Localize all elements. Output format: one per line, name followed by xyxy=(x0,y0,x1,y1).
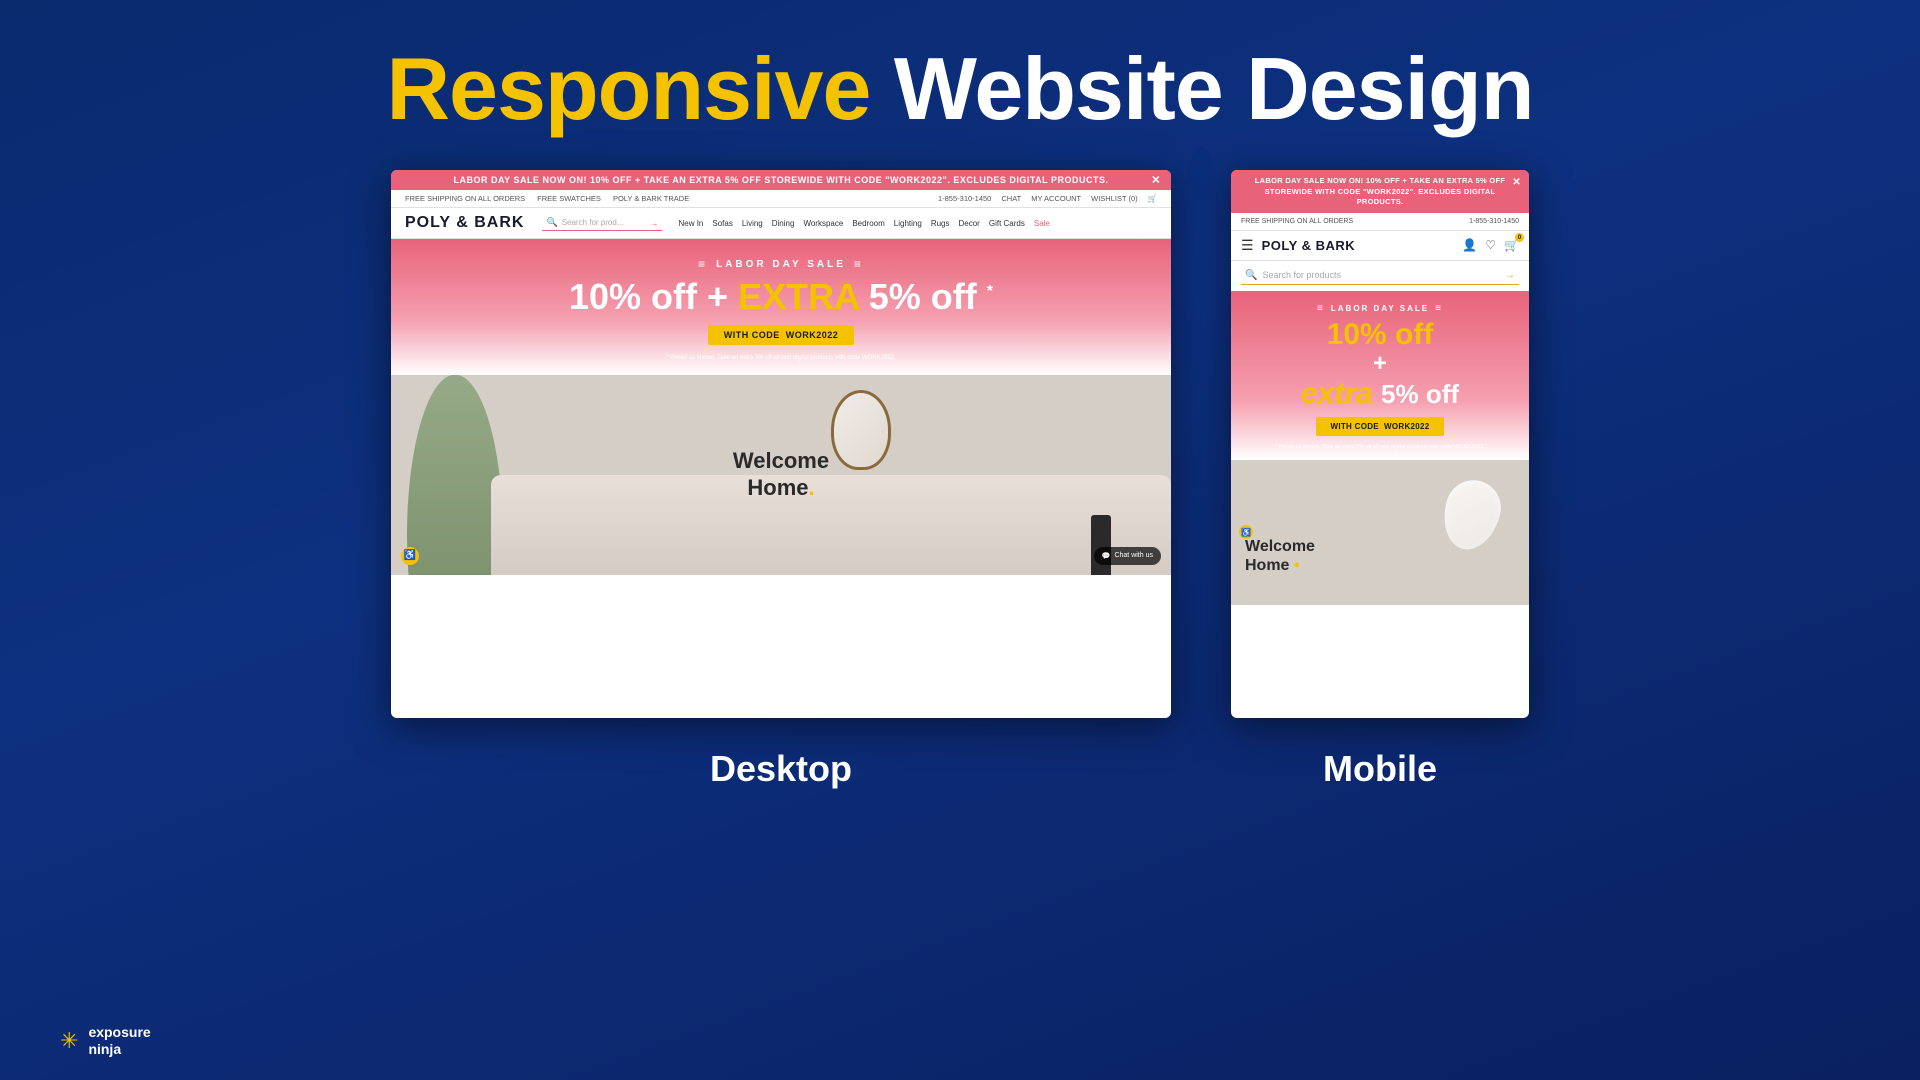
nav-new-in[interactable]: New In xyxy=(678,219,703,228)
mobile-label: Mobile xyxy=(1323,748,1437,790)
desktop-extra: EXTRA xyxy=(738,276,869,317)
mobile-account-icon[interactable]: 👤 xyxy=(1462,238,1477,252)
mobile-announcement-text: LABOR DAY SALE NOW ON! 10% OFF + TAKE AN… xyxy=(1255,176,1505,206)
ninja-brand-text: exposure ninja xyxy=(88,1024,150,1058)
mobile-extra-five: extra 5% off xyxy=(1243,377,1517,410)
free-shipping-link[interactable]: FREE SHIPPING ON ALL ORDERS xyxy=(405,194,525,203)
desktop-mockup: LABOR DAY SALE NOW ON! 10% OFF + TAKE AN… xyxy=(391,170,1171,718)
desktop-announcement-text: LABOR DAY SALE NOW ON! 10% OFF + TAKE AN… xyxy=(453,175,1108,185)
desktop-search-bar[interactable]: 🔍 Search for prod... → xyxy=(542,215,662,231)
desktop-utility-bar: FREE SHIPPING ON ALL ORDERS FREE SWATCHE… xyxy=(391,190,1171,208)
ninja-text-label: ninja xyxy=(88,1041,121,1057)
desktop-announcement-bar: LABOR DAY SALE NOW ON! 10% OFF + TAKE AN… xyxy=(391,170,1171,190)
main-heading: Responsive Website Design xyxy=(0,0,1920,140)
desktop-search-arrow: → xyxy=(649,218,658,228)
my-account-link[interactable]: MY ACCOUNT xyxy=(1031,194,1081,203)
chat-link[interactable]: CHAT xyxy=(1001,194,1021,203)
desktop-main-nav: POLY & BARK 🔍 Search for prod... → New I… xyxy=(391,208,1171,239)
phone-number: 1-855-310-1450 xyxy=(938,194,991,203)
mobile-close-button[interactable]: ✕ xyxy=(1512,176,1521,190)
mobile-search-icon: 🔍 xyxy=(1245,270,1257,281)
nav-dining[interactable]: Dining xyxy=(772,219,795,228)
desktop-label: Desktop xyxy=(710,748,852,790)
nav-sale[interactable]: Sale xyxy=(1034,219,1050,228)
desktop-brand-logo[interactable]: POLY & BARK xyxy=(405,214,524,232)
mobile-phone[interactable]: 1-855-310-1450 xyxy=(1469,218,1519,225)
cart-icon[interactable]: 🛒 xyxy=(1148,194,1157,203)
mobile-brand-logo[interactable]: POLY & BARK xyxy=(1262,238,1463,253)
desktop-asterisk: * xyxy=(987,283,993,300)
desktop-welcome-dot: . xyxy=(809,475,815,500)
desktop-labor-day-title: LABOR DAY SALE xyxy=(411,257,1151,271)
mobile-labor-day-title: LABOR DAY SALE xyxy=(1243,303,1517,314)
desktop-hero-sale: LABOR DAY SALE 10% off + EXTRA 5% off * … xyxy=(391,239,1171,375)
desktop-search-text: Search for prod... xyxy=(562,218,624,227)
desktop-close-button[interactable]: ✕ xyxy=(1151,174,1161,187)
desktop-sale-percent: 10% off + EXTRA 5% off * xyxy=(411,277,1151,317)
mobile-top-bar: FREE SHIPPING ON ALL ORDERS 1-855-310-14… xyxy=(1231,213,1529,231)
mobile-drop-decoration xyxy=(1436,474,1507,556)
mobile-free-shipping: FREE SHIPPING ON ALL ORDERS xyxy=(1241,218,1353,225)
exposure-text: exposure xyxy=(88,1024,150,1040)
mobile-wishlist-icon[interactable]: ♡ xyxy=(1485,238,1496,252)
desktop-welcome-text: WelcomeHome. xyxy=(733,448,829,501)
mobile-sale-text: 10% off + extra 5% off xyxy=(1243,318,1517,410)
mobile-ten-off: 10% off xyxy=(1243,318,1517,351)
nav-sofas[interactable]: Sofas xyxy=(712,219,732,228)
free-swatches-link[interactable]: FREE SWATCHES xyxy=(537,194,601,203)
mobile-cart-icon[interactable]: 🛒 0 xyxy=(1504,238,1519,252)
nav-rugs[interactable]: Rugs xyxy=(931,219,950,228)
wishlist-link[interactable]: WISHLIST (0) xyxy=(1091,194,1138,203)
exposure-ninja-logo: ✳ exposure ninja xyxy=(60,1024,151,1058)
desktop-ten-off: 10% off xyxy=(569,276,707,317)
heading-responsive: Responsive xyxy=(386,39,870,138)
desktop-accessibility-icon[interactable]: ♿ xyxy=(401,547,419,565)
mobile-hero-sale: LABOR DAY SALE 10% off + extra 5% off WI… xyxy=(1231,291,1529,460)
nav-bedroom[interactable]: Bedroom xyxy=(852,219,884,228)
desktop-vase-decoration xyxy=(1091,515,1111,575)
mobile-cart-badge: 0 xyxy=(1515,233,1524,242)
ninja-star-icon: ✳ xyxy=(60,1028,78,1054)
mobile-mockup: LABOR DAY SALE NOW ON! 10% OFF + TAKE AN… xyxy=(1231,170,1529,718)
content-area: LABOR DAY SALE NOW ON! 10% OFF + TAKE AN… xyxy=(0,170,1920,790)
mobile-plus: + xyxy=(1243,351,1517,377)
desktop-fine-print: * Prices as shown. Take an extra 5% off … xyxy=(411,355,1151,361)
mobile-welcome-section: WelcomeHome • ♿ xyxy=(1231,460,1529,605)
desktop-five-off: 5% off xyxy=(869,276,977,317)
desktop-welcome-section: WelcomeHome. 💬 Chat with us ♿ xyxy=(391,375,1171,575)
mobile-nav-icons: 👤 ♡ 🛒 0 xyxy=(1462,238,1519,252)
mobile-search-text: Search for products xyxy=(1262,270,1500,280)
mobile-five-off: 5% off xyxy=(1381,379,1459,409)
desktop-chat-button[interactable]: 💬 Chat with us xyxy=(1094,547,1161,565)
mobile-menu-icon[interactable]: ☰ xyxy=(1241,237,1254,254)
nav-lighting[interactable]: Lighting xyxy=(894,219,922,228)
heading-website-design: Website Design xyxy=(894,39,1534,138)
nav-workspace[interactable]: Workspace xyxy=(803,219,843,228)
nav-gift-cards[interactable]: Gift Cards xyxy=(989,219,1025,228)
mobile-nav: ☰ POLY & BARK 👤 ♡ 🛒 0 xyxy=(1231,231,1529,261)
desktop-mirror-decoration xyxy=(831,390,891,470)
trade-link[interactable]: POLY & BARK TRADE xyxy=(613,194,689,203)
mobile-welcome-text: WelcomeHome • xyxy=(1245,537,1315,575)
mobile-extra: extra xyxy=(1301,377,1381,410)
desktop-chat-text: Chat with us xyxy=(1114,552,1153,559)
desktop-code-button[interactable]: WITH CODE WORK2022 xyxy=(708,325,855,345)
mobile-code-button[interactable]: WITH CODE WORK2022 xyxy=(1316,417,1443,436)
desktop-search-icon: 🔍 xyxy=(546,217,557,228)
mobile-search-arrow: → xyxy=(1505,270,1515,281)
desktop-couch-decoration xyxy=(491,475,1171,575)
desktop-utility-left: FREE SHIPPING ON ALL ORDERS FREE SWATCHE… xyxy=(405,194,689,203)
mobile-mockup-container: LABOR DAY SALE NOW ON! 10% OFF + TAKE AN… xyxy=(1231,170,1529,790)
nav-decor[interactable]: Decor xyxy=(959,219,980,228)
mobile-welcome-dot: • xyxy=(1289,557,1299,574)
desktop-utility-right: 1-855-310-1450 CHAT MY ACCOUNT WISHLIST … xyxy=(938,194,1157,203)
mobile-announcement-bar: LABOR DAY SALE NOW ON! 10% OFF + TAKE AN… xyxy=(1231,170,1529,213)
nav-living[interactable]: Living xyxy=(742,219,763,228)
desktop-plus: + xyxy=(707,276,738,317)
mobile-search-bar[interactable]: 🔍 Search for products → xyxy=(1241,267,1519,285)
desktop-mockup-container: LABOR DAY SALE NOW ON! 10% OFF + TAKE AN… xyxy=(391,170,1171,790)
mobile-fine-print: * Prices as shown. Take an extra 5% off … xyxy=(1243,444,1517,450)
desktop-nav-links: New In Sofas Living Dining Workspace Bed… xyxy=(678,219,1049,228)
